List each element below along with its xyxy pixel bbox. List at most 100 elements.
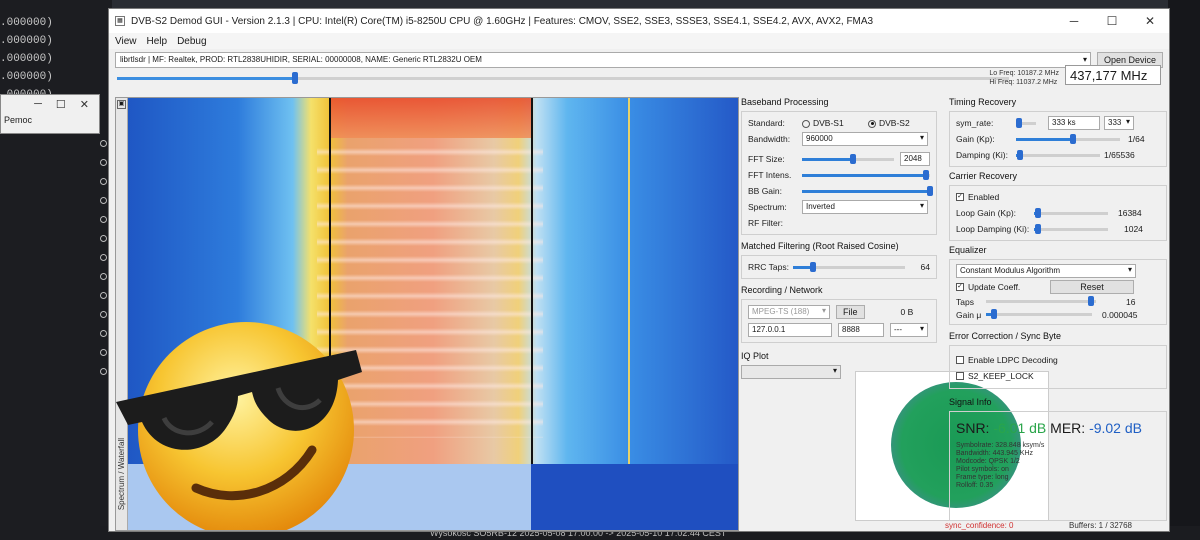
slider-handle[interactable] bbox=[927, 185, 933, 196]
loop-gain-label: Loop Gain (Kp): bbox=[956, 208, 1017, 218]
format-select[interactable]: MPEG-TS (188) bbox=[748, 305, 830, 319]
taps-value: 16 bbox=[1126, 296, 1136, 307]
sym-rate-slider[interactable] bbox=[1016, 117, 1036, 128]
taps-slider[interactable] bbox=[986, 296, 1096, 306]
fft-intens-label: FFT Intens. bbox=[748, 170, 792, 180]
buffers-status: Buffers: 1 / 32768 bbox=[1069, 521, 1133, 530]
gain-kp-slider[interactable] bbox=[1016, 133, 1120, 144]
frequency-range: Lo Freq: 10187.2 MHz Hi Freq: 11037.2 MH… bbox=[989, 69, 1059, 87]
sunglasses-emoji-icon bbox=[116, 322, 362, 530]
background-window-label: Pemoc bbox=[4, 115, 33, 125]
recorded-bytes: 0 B bbox=[900, 307, 914, 317]
fft-size-input[interactable]: 2048 bbox=[900, 152, 930, 166]
reset-button[interactable]: Reset bbox=[1050, 280, 1134, 294]
signal-box: SNR: -6.01 dB MER: -9.02 dB Symbolrate: … bbox=[949, 411, 1167, 521]
slider-handle[interactable] bbox=[1016, 117, 1022, 128]
carrier-enabled-label: Enabled bbox=[968, 192, 1000, 202]
spectrum-label: Spectrum: bbox=[748, 202, 787, 212]
frequency-row: Lo Freq: 10187.2 MHz Hi Freq: 11037.2 MH… bbox=[109, 65, 1169, 93]
close-icon[interactable]: ✕ bbox=[80, 98, 89, 115]
recording-box: MPEG-TS (188) File 0 B 127.0.0.1 8888 --… bbox=[741, 299, 937, 343]
slider-handle[interactable] bbox=[810, 261, 817, 272]
bb-gain-label: BB Gain: bbox=[748, 186, 783, 196]
iq-select[interactable] bbox=[741, 365, 841, 379]
maximize-button[interactable]: ☐ bbox=[1093, 14, 1131, 28]
ip-input[interactable]: 127.0.0.1 bbox=[748, 323, 832, 337]
slider-handle[interactable] bbox=[923, 169, 930, 180]
slider-handle[interactable] bbox=[991, 309, 998, 319]
frame-type: Frame type: long bbox=[956, 474, 1009, 481]
signal-details: Symbolrate: 328.848 ksym/s Bandwidth: 44… bbox=[956, 442, 1160, 490]
rrc-slider[interactable] bbox=[793, 261, 905, 272]
sym-rate-input[interactable]: 333 ks bbox=[1048, 116, 1100, 130]
iq-title: IQ Plot bbox=[741, 351, 769, 361]
gain-mu-label: Gain μ bbox=[956, 309, 982, 320]
slider-handle[interactable] bbox=[1087, 296, 1094, 306]
checkbox-icon[interactable] bbox=[956, 372, 964, 380]
damping-value: 1/65536 bbox=[1104, 150, 1135, 160]
rolloff: Rolloff: 0.35 bbox=[956, 482, 994, 489]
file-button[interactable]: File bbox=[836, 305, 865, 319]
background-window[interactable]: ─ ☐ ✕ Pemoc bbox=[0, 94, 100, 134]
signal-title: Signal Info bbox=[949, 397, 992, 407]
slider-handle[interactable] bbox=[1034, 223, 1041, 234]
recording-title: Recording / Network bbox=[741, 285, 823, 295]
bb-gain-slider[interactable] bbox=[802, 185, 933, 196]
equalizer-algorithm-select[interactable]: Constant Modulus Algorithm bbox=[956, 264, 1136, 278]
checkbox-checked-icon[interactable]: ✓ bbox=[956, 193, 964, 201]
symbolrate: Symbolrate: 328.848 ksym/s bbox=[956, 442, 1045, 449]
matched-box: RRC Taps: 64 bbox=[741, 255, 937, 279]
sym-rate-select[interactable]: 333 bbox=[1104, 116, 1134, 130]
menu-help[interactable]: Help bbox=[147, 36, 168, 47]
port-input[interactable]: 8888 bbox=[838, 323, 884, 337]
loop-damping-label: Loop Damping (Ki): bbox=[956, 224, 1030, 234]
menu-debug[interactable]: Debug bbox=[177, 36, 206, 47]
damping-slider[interactable] bbox=[1016, 149, 1100, 160]
undock-icon[interactable]: ▣ bbox=[117, 100, 126, 109]
checkbox-checked-icon[interactable]: ✓ bbox=[956, 283, 964, 291]
frequency-slider[interactable] bbox=[117, 72, 1009, 84]
minimize-button[interactable]: ─ bbox=[1055, 14, 1093, 28]
fft-size-slider[interactable] bbox=[802, 153, 894, 164]
rf-filter-label: RF Filter: bbox=[748, 218, 783, 228]
rrc-label: RRC Taps: bbox=[748, 262, 789, 272]
baseband-title: Baseband Processing bbox=[741, 97, 829, 107]
gain-mu-value: 0.000045 bbox=[1102, 309, 1138, 320]
carrier-box: ✓ Enabled Loop Gain (Kp): 16384 Loop Damp… bbox=[949, 185, 1167, 241]
window-title: DVB-S2 Demod GUI - Version 2.1.3 | CPU: … bbox=[131, 15, 874, 27]
slider-handle[interactable] bbox=[1070, 133, 1077, 144]
fft-intens-slider[interactable] bbox=[802, 169, 930, 180]
close-button[interactable]: ✕ bbox=[1131, 14, 1169, 28]
terminal-line: .000000) bbox=[0, 17, 53, 29]
baseband-box: Standard: DVB-S1 DVB-S2 Bandwidth: 96000… bbox=[741, 111, 937, 235]
radio-dvb-s1[interactable]: DVB-S1 bbox=[802, 118, 868, 128]
radio-dvb-s2[interactable]: DVB-S2 bbox=[868, 118, 910, 128]
loop-damping-slider[interactable] bbox=[1034, 223, 1108, 234]
frequency-input[interactable]: 437,177 MHz bbox=[1065, 65, 1161, 85]
menu-view[interactable]: View bbox=[115, 36, 137, 47]
terminal-line: .000000) bbox=[0, 35, 53, 47]
desktop-edge bbox=[1168, 0, 1200, 540]
minimize-icon[interactable]: ─ bbox=[34, 98, 42, 115]
slider-handle[interactable] bbox=[849, 153, 856, 164]
slider-handle[interactable] bbox=[292, 72, 299, 84]
device-row: librtlsdr | MF: Realtek, PROD: RTL2838UH… bbox=[109, 49, 1169, 71]
slider-handle[interactable] bbox=[1017, 149, 1024, 160]
gain-mu-slider[interactable] bbox=[986, 309, 1092, 319]
device-select[interactable]: librtlsdr | MF: Realtek, PROD: RTL2838UH… bbox=[115, 52, 1091, 68]
bandwidth-select[interactable]: 960000 bbox=[802, 132, 928, 146]
matched-title: Matched Filtering (Root Raised Cosine) bbox=[741, 241, 899, 251]
slider-handle[interactable] bbox=[1034, 207, 1041, 218]
checkbox-icon[interactable] bbox=[956, 356, 964, 364]
update-coeff-label: Update Coeff. bbox=[968, 282, 1021, 292]
fft-size-label: FFT Size: bbox=[748, 154, 785, 164]
loop-gain-slider[interactable] bbox=[1034, 207, 1108, 218]
carrier-title: Carrier Recovery bbox=[949, 171, 1018, 181]
sym-rate-label: sym_rate: bbox=[956, 118, 994, 128]
lo-freq: Lo Freq: 10187.2 MHz bbox=[989, 70, 1059, 77]
maximize-icon[interactable]: ☐ bbox=[56, 98, 66, 115]
protocol-select[interactable]: --- bbox=[890, 323, 928, 337]
hi-freq: Hi Freq: 11037.2 MHz bbox=[989, 79, 1058, 86]
spectrum-select[interactable]: Inverted bbox=[802, 200, 928, 214]
title-bar[interactable]: ▦ DVB-S2 Demod GUI - Version 2.1.3 | CPU… bbox=[109, 9, 1169, 33]
